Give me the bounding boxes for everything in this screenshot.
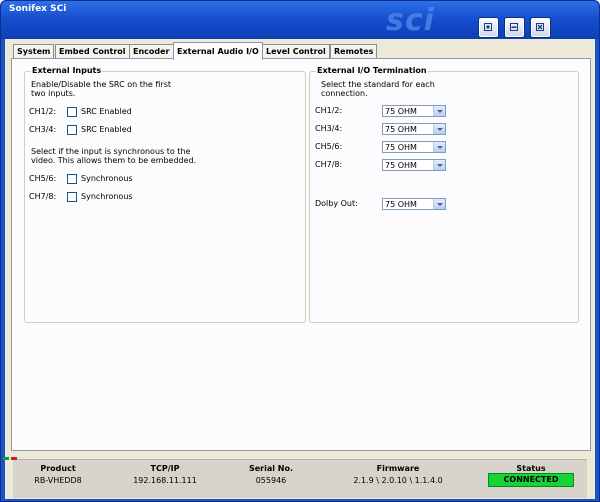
term-ch78-select[interactable]: 75 OHM bbox=[382, 159, 446, 171]
firmware-value: 2.1.9 \ 2.0.10 \ 1.1.4.0 bbox=[353, 476, 443, 485]
term-ch56-label: CH5/6: bbox=[315, 142, 343, 151]
dropdown-arrow-icon[interactable] bbox=[433, 142, 445, 152]
external-termination-title: External I/O Termination bbox=[316, 66, 428, 75]
minimize-icon bbox=[510, 23, 518, 31]
app-window: Sonifex SCi sci System Embed Control Enc… bbox=[0, 0, 600, 502]
ch34-src-label[interactable]: SRC Enabled bbox=[81, 125, 132, 135]
term-ch12-select[interactable]: 75 OHM bbox=[382, 105, 446, 117]
dropdown-arrow-icon[interactable] bbox=[433, 160, 445, 170]
external-inputs-group: External Inputs Enable/Disable the SRC o… bbox=[24, 66, 306, 323]
dropdown-arrow-icon[interactable] bbox=[433, 106, 445, 116]
tcpip-label: TCP/IP bbox=[150, 464, 180, 473]
termination-desc-b: connection. bbox=[321, 89, 368, 98]
ch12-src-checkbox[interactable] bbox=[67, 107, 77, 117]
minimize-button[interactable] bbox=[505, 18, 524, 37]
ch78-label: CH7/8: bbox=[29, 192, 57, 201]
dropdown-arrow-icon[interactable] bbox=[433, 124, 445, 134]
tab-remotes[interactable]: Remotes bbox=[330, 44, 378, 59]
dolby-out-value: 75 OHM bbox=[385, 200, 417, 209]
term-ch12-value: 75 OHM bbox=[385, 107, 417, 116]
dolby-out-label: Dolby Out: bbox=[315, 199, 358, 208]
sci-logo: sci bbox=[386, 3, 435, 38]
ch34-label: CH3/4: bbox=[29, 125, 57, 134]
ch56-sync-label[interactable]: Synchronous bbox=[81, 174, 133, 184]
inputs-desc-1b: two inputs. bbox=[31, 89, 76, 98]
restore-button[interactable] bbox=[479, 18, 498, 37]
term-ch56-value: 75 OHM bbox=[385, 143, 417, 152]
ch78-sync-label[interactable]: Synchronous bbox=[81, 192, 133, 202]
ch56-sync-checkbox[interactable] bbox=[67, 174, 77, 184]
dolby-out-select[interactable]: 75 OHM bbox=[382, 198, 446, 210]
serial-label: Serial No. bbox=[248, 464, 294, 473]
term-ch56-select[interactable]: 75 OHM bbox=[382, 141, 446, 153]
close-button[interactable] bbox=[531, 18, 550, 37]
tab-panel: External Inputs Enable/Disable the SRC o… bbox=[11, 58, 591, 451]
ch34-src-checkbox[interactable] bbox=[67, 125, 77, 135]
window-title: Sonifex SCi bbox=[9, 4, 67, 14]
status-label: Status bbox=[516, 464, 546, 473]
dropdown-arrow-icon[interactable] bbox=[433, 199, 445, 209]
product-label: Product bbox=[40, 464, 76, 473]
external-termination-group: External I/O Termination Select the stan… bbox=[309, 66, 579, 323]
status-badge: CONNECTED bbox=[488, 473, 574, 487]
term-ch34-value: 75 OHM bbox=[385, 125, 417, 134]
external-inputs-title: External Inputs bbox=[31, 66, 103, 75]
ch12-src-label[interactable]: SRC Enabled bbox=[81, 107, 132, 117]
restore-icon bbox=[484, 23, 492, 31]
title-bar[interactable]: Sonifex SCi sci bbox=[1, 1, 599, 39]
inputs-desc-2b: video. This allows them to be embedded. bbox=[31, 156, 197, 165]
ch56-label: CH5/6: bbox=[29, 174, 57, 183]
tab-level-control[interactable]: Level Control bbox=[262, 44, 330, 59]
term-ch34-select[interactable]: 75 OHM bbox=[382, 123, 446, 135]
tab-embed-control[interactable]: Embed Control bbox=[55, 44, 130, 59]
tcpip-value: 192.168.11.111 bbox=[133, 476, 197, 485]
tab-external-audio-io[interactable]: External Audio I/O bbox=[173, 42, 263, 60]
term-ch12-label: CH1/2: bbox=[315, 106, 343, 115]
tab-encoder[interactable]: Encoder bbox=[129, 44, 174, 59]
tab-system[interactable]: System bbox=[13, 44, 55, 59]
term-ch34-label: CH3/4: bbox=[315, 124, 343, 133]
status-bar: Product RB-VHEDD8 TCP/IP 192.168.11.111 … bbox=[13, 459, 587, 498]
client-area: System Embed Control Encoder External Au… bbox=[5, 39, 595, 499]
close-icon bbox=[536, 23, 544, 31]
term-ch78-label: CH7/8: bbox=[315, 160, 343, 169]
ch78-sync-checkbox[interactable] bbox=[67, 192, 77, 202]
product-value: RB-VHEDD8 bbox=[34, 476, 82, 485]
connection-leds-icon bbox=[3, 457, 17, 460]
firmware-label: Firmware bbox=[376, 464, 420, 473]
term-ch78-value: 75 OHM bbox=[385, 161, 417, 170]
ch12-label: CH1/2: bbox=[29, 107, 57, 116]
serial-value: 055946 bbox=[255, 476, 287, 485]
